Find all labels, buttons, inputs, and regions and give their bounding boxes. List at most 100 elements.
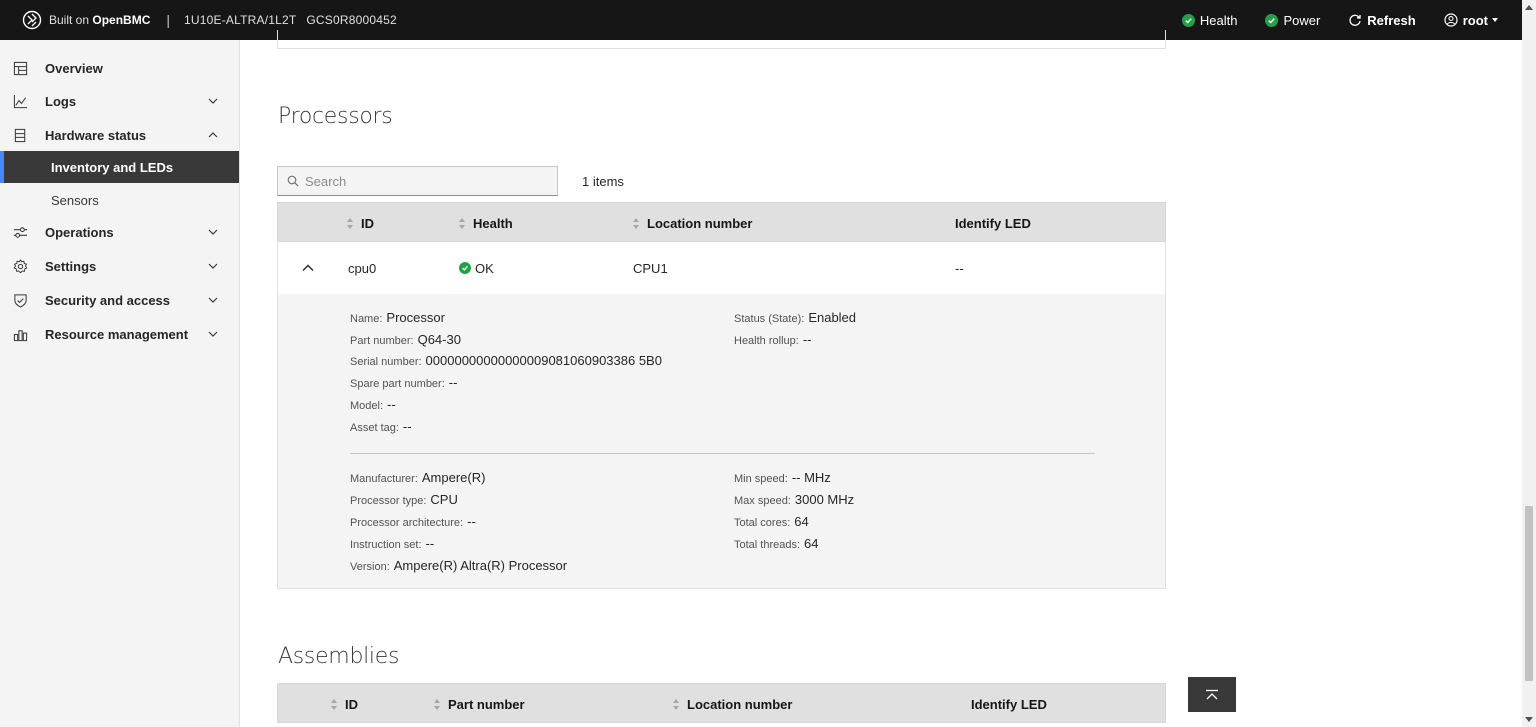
sort-icon <box>347 217 354 229</box>
assemblies-title: Assemblies <box>278 644 400 669</box>
health-status[interactable]: Health <box>1181 12 1238 28</box>
detail-processor-type: Processor type: CPU <box>350 492 458 507</box>
user-menu[interactable]: root <box>1444 13 1498 28</box>
chart-bar-icon <box>13 329 28 341</box>
sidebar-item-resource-management[interactable]: Resource management <box>0 318 239 350</box>
sort-icon <box>459 217 466 229</box>
sidebar-item-operations[interactable]: Operations <box>0 216 239 248</box>
system-serial: GCS0R8000452 <box>306 13 397 27</box>
chevron-down-icon <box>208 331 218 337</box>
details-divider <box>350 453 1095 454</box>
detail-min-speed: Min speed: -- MHz <box>734 470 831 485</box>
sidebar-item-label: Security and access <box>45 292 171 308</box>
chevron-down-icon <box>208 297 218 303</box>
column-header-identify-led: Identify LED <box>971 696 1047 712</box>
chevron-up-icon <box>208 132 218 138</box>
openbmc-logo-icon <box>22 10 42 30</box>
server-icon <box>14 128 26 142</box>
sidebar-subitem-inventory-and-leds[interactable]: Inventory and LEDs <box>0 151 239 183</box>
scroll-down-icon[interactable] <box>1525 717 1533 722</box>
sort-icon <box>331 698 338 710</box>
detail-total-cores: Total cores: 64 <box>734 514 809 529</box>
refresh-button[interactable]: Refresh <box>1348 12 1416 28</box>
column-header-id[interactable]: ID <box>331 684 358 724</box>
system-model: 1U10E-ALTRA/1L2T <box>184 13 297 27</box>
chevron-down-icon <box>208 263 218 269</box>
detail-manufacturer: Manufacturer: Ampere(R) <box>350 470 486 485</box>
chart-line-icon <box>13 94 28 108</box>
sidebar-item-label: Resource management <box>45 326 189 342</box>
refresh-icon <box>1349 14 1361 26</box>
checkmark-icon <box>1181 13 1195 27</box>
checkmark-icon <box>1265 13 1279 27</box>
detail-version: Version: Ampere(R) Altra(R) Processor <box>350 558 568 573</box>
sidebar-subitem-label: Inventory and LEDs <box>51 159 174 175</box>
chevron-up-icon[interactable] <box>300 260 316 276</box>
search-field[interactable] <box>277 166 558 196</box>
search-input[interactable] <box>305 173 545 189</box>
refresh-label: Refresh <box>1367 12 1416 28</box>
sidebar-item-label: Overview <box>45 60 103 76</box>
sidebar-item-settings[interactable]: Settings <box>0 250 239 282</box>
detail-max-speed: Max speed: 3000 MHz <box>734 492 855 507</box>
sidebar-item-security-and-access[interactable]: Security and access <box>0 284 239 316</box>
sidebar-nav: Overview Logs Hardware status Inventory … <box>0 40 240 727</box>
built-on-text: Built on OpenBMC <box>49 13 151 27</box>
gear-icon <box>13 258 28 273</box>
cell-identify-led: -- <box>955 260 964 276</box>
sidebar-item-overview[interactable]: Overview <box>0 52 239 84</box>
chevron-down-icon <box>208 229 218 235</box>
sidebar-item-label: Hardware status <box>45 127 147 143</box>
detail-instruction-set: Instruction set: -- <box>350 536 435 551</box>
scroll-up-icon[interactable] <box>1525 5 1533 10</box>
previous-section-panel <box>277 30 1166 49</box>
sort-icon <box>633 217 640 229</box>
user-label: root <box>1462 12 1488 28</box>
back-to-top-button[interactable] <box>1188 677 1236 712</box>
cell-id: cpu0 <box>348 260 377 276</box>
processors-table-header: ID Health Location number Identify LED <box>277 202 1166 242</box>
header-separator: | <box>166 12 171 28</box>
sliders-icon <box>13 226 28 238</box>
sidebar-item-label: Operations <box>45 224 114 240</box>
detail-processor-architecture: Processor architecture: -- <box>350 514 476 529</box>
column-header-location-number[interactable]: Location number <box>633 203 752 243</box>
arrow-up-to-top-icon <box>1206 689 1218 699</box>
search-icon <box>287 175 299 187</box>
power-status[interactable]: Power <box>1265 13 1320 28</box>
table-row: cpu0 OK CPU1 -- <box>277 242 1166 294</box>
brand[interactable]: Built on OpenBMC <box>22 10 150 30</box>
detail-total-threads: Total threads: 64 <box>734 536 819 551</box>
column-header-id[interactable]: ID <box>347 203 374 243</box>
column-header-location-number[interactable]: Location number <box>673 684 792 724</box>
processors-title: Processors <box>278 104 393 129</box>
column-header-health[interactable]: Health <box>459 203 513 243</box>
detail-part-number: Part number: Q64-30 <box>350 332 461 347</box>
sidebar-subitem-label: Sensors <box>51 192 99 208</box>
detail-name: Name: Processor <box>350 310 445 325</box>
dashboard-icon <box>13 61 28 75</box>
sidebar-item-logs[interactable]: Logs <box>0 85 239 117</box>
detail-model: Model: -- <box>350 397 396 412</box>
cell-health: OK <box>459 242 494 294</box>
sidebar-subitem-sensors[interactable]: Sensors <box>0 184 239 216</box>
detail-spare-part-number: Spare part number: -- <box>350 375 458 390</box>
sidebar-item-label: Settings <box>45 258 97 274</box>
detail-asset-tag: Asset tag: -- <box>350 419 412 434</box>
sort-icon <box>434 698 441 710</box>
assemblies-table-header: ID Part number Location number Identify … <box>277 683 1166 723</box>
chevron-down-icon <box>208 98 218 104</box>
detail-serial-number: Serial number: 00000000000000009081060903… <box>350 353 662 368</box>
power-label: Power <box>1283 12 1321 28</box>
user-avatar-icon <box>1444 13 1458 27</box>
sidebar-item-hardware-status[interactable]: Hardware status <box>0 119 239 151</box>
item-count: 1 items <box>582 174 624 189</box>
cell-location: CPU1 <box>633 260 668 276</box>
detail-health-rollup: Health rollup: -- <box>734 332 812 347</box>
caret-down-icon <box>1492 18 1498 22</box>
column-header-part-number[interactable]: Part number <box>434 684 525 724</box>
scrollbar-thumb[interactable] <box>1525 506 1533 681</box>
row-details-panel: Name: Processor Part number: Q64-30 Serial… <box>277 294 1166 589</box>
page-scrollbar[interactable] <box>1522 0 1536 727</box>
health-label: Health <box>1199 12 1238 28</box>
